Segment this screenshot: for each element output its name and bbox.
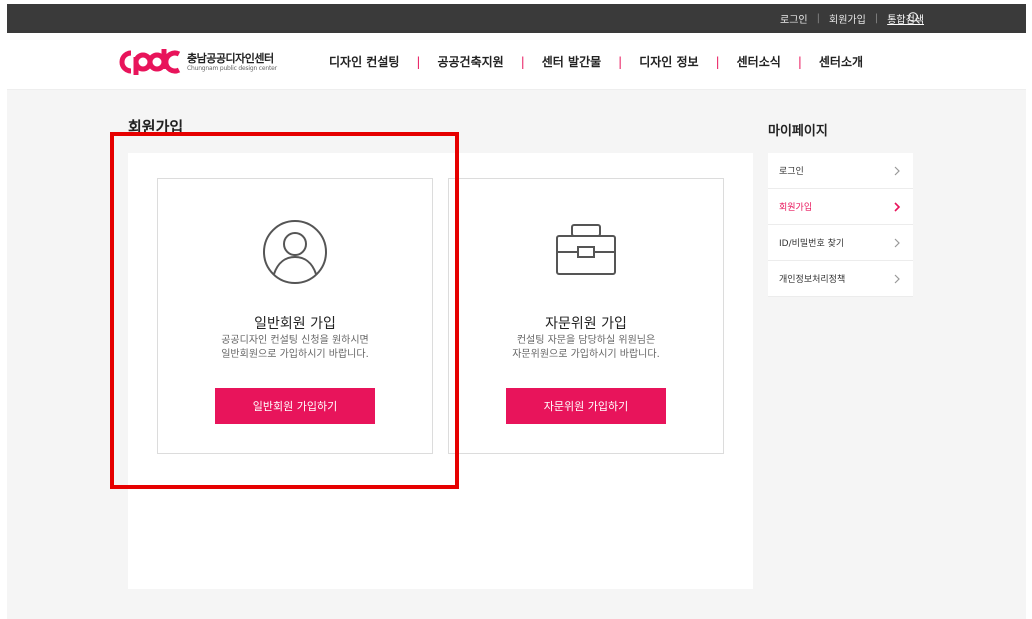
sidebar-item-find-id-password[interactable]: ID/비밀번호 찾기 xyxy=(768,225,913,261)
utility-bar: 로그인 | 회원가입 | 통합검색 xyxy=(7,4,1026,33)
advisor-member-card: 자문위원 가입 컨설팅 자문을 담당하실 위원님은 자문위원으로 가입하시기 바… xyxy=(448,178,724,454)
nav-divider: | xyxy=(520,54,525,69)
nav-divider: | xyxy=(618,54,623,69)
nav-divider: | xyxy=(797,54,802,69)
site-logo[interactable]: 충남공공디자인센터 Chungnam public design center xyxy=(119,49,277,75)
main-nav: 디자인 컨설팅 | 공공건축지원 | 센터 발간물 | 디자인 정보 | 센터소… xyxy=(329,33,863,90)
nav-center-news[interactable]: 센터소식 xyxy=(737,53,781,70)
cpdc-logo-icon xyxy=(119,49,181,75)
sidebar-item-privacy-policy[interactable]: 개인정보처리정책 xyxy=(768,261,913,297)
logo-subtitle: Chungnam public design center xyxy=(187,64,277,72)
advisor-desc-line2: 자문위원으로 가입하시기 바랍니다. xyxy=(512,349,660,360)
general-desc-line1: 공공디자인 컨설팅 신청을 원하시면 xyxy=(221,335,369,346)
advisor-member-join-button[interactable]: 자문위원 가입하기 xyxy=(506,388,666,424)
sidebar-item-label: 개인정보처리정책 xyxy=(779,275,846,285)
chevron-right-icon xyxy=(894,238,900,247)
page: 로그인 | 회원가입 | 통합검색 충남공공디자인센터 Chungnam pub… xyxy=(0,0,1032,619)
advisor-desc-line1: 컨설팅 자문을 담당하실 위원님은 xyxy=(516,335,656,346)
chevron-right-icon xyxy=(894,166,900,175)
sidebar-item-label: 회원가입 xyxy=(779,203,813,213)
divider: | xyxy=(874,13,879,24)
briefcase-icon xyxy=(556,224,616,275)
sidebar-menu: 로그인 회원가입 ID/비밀번호 찾기 개인정보처리정책 xyxy=(768,153,913,297)
utility-links: 로그인 | 회원가입 | 통합검색 xyxy=(780,4,924,33)
nav-design-consulting[interactable]: 디자인 컨설팅 xyxy=(329,53,399,70)
divider: | xyxy=(816,13,820,24)
login-link[interactable]: 로그인 xyxy=(780,11,808,26)
logo-name: 충남공공디자인센터 xyxy=(187,51,274,65)
sidebar-item-login[interactable]: 로그인 xyxy=(768,153,913,189)
sidebar-item-label: 로그인 xyxy=(779,167,804,177)
user-circle-icon xyxy=(263,220,327,284)
search-icon[interactable] xyxy=(907,11,921,25)
signup-link[interactable]: 회원가입 xyxy=(829,11,866,26)
advisor-member-description: 컨설팅 자문을 담당하실 위원님은 자문위원으로 가입하시기 바랍니다. xyxy=(449,334,723,362)
advisor-member-title: 자문위원 가입 xyxy=(545,316,627,332)
nav-divider: | xyxy=(715,54,720,69)
site-header: 충남공공디자인센터 Chungnam public design center … xyxy=(7,33,1026,90)
general-member-join-button[interactable]: 일반회원 가입하기 xyxy=(215,388,375,424)
nav-design-info[interactable]: 디자인 정보 xyxy=(639,53,698,70)
nav-publications[interactable]: 센터 발간물 xyxy=(542,53,601,70)
general-member-title: 일반회원 가입 xyxy=(254,316,336,332)
chevron-right-icon xyxy=(894,274,900,283)
sidebar-item-label: ID/비밀번호 찾기 xyxy=(779,239,845,249)
chevron-right-icon xyxy=(894,201,901,212)
general-member-card: 일반회원 가입 공공디자인 컨설팅 신청을 원하시면 일반회원으로 가입하시기 … xyxy=(157,178,433,454)
page-title: 회원가입 xyxy=(128,118,184,136)
nav-public-architecture[interactable]: 공공건축지원 xyxy=(437,53,503,70)
nav-center-about[interactable]: 센터소개 xyxy=(819,53,863,70)
general-desc-line2: 일반회원으로 가입하시기 바랍니다. xyxy=(221,349,369,360)
nav-divider: | xyxy=(416,54,421,69)
general-member-description: 공공디자인 컨설팅 신청을 원하시면 일반회원으로 가입하시기 바랍니다. xyxy=(158,334,432,362)
sidebar-item-signup[interactable]: 회원가입 xyxy=(768,189,913,225)
sidebar-title: 마이페이지 xyxy=(768,124,828,139)
